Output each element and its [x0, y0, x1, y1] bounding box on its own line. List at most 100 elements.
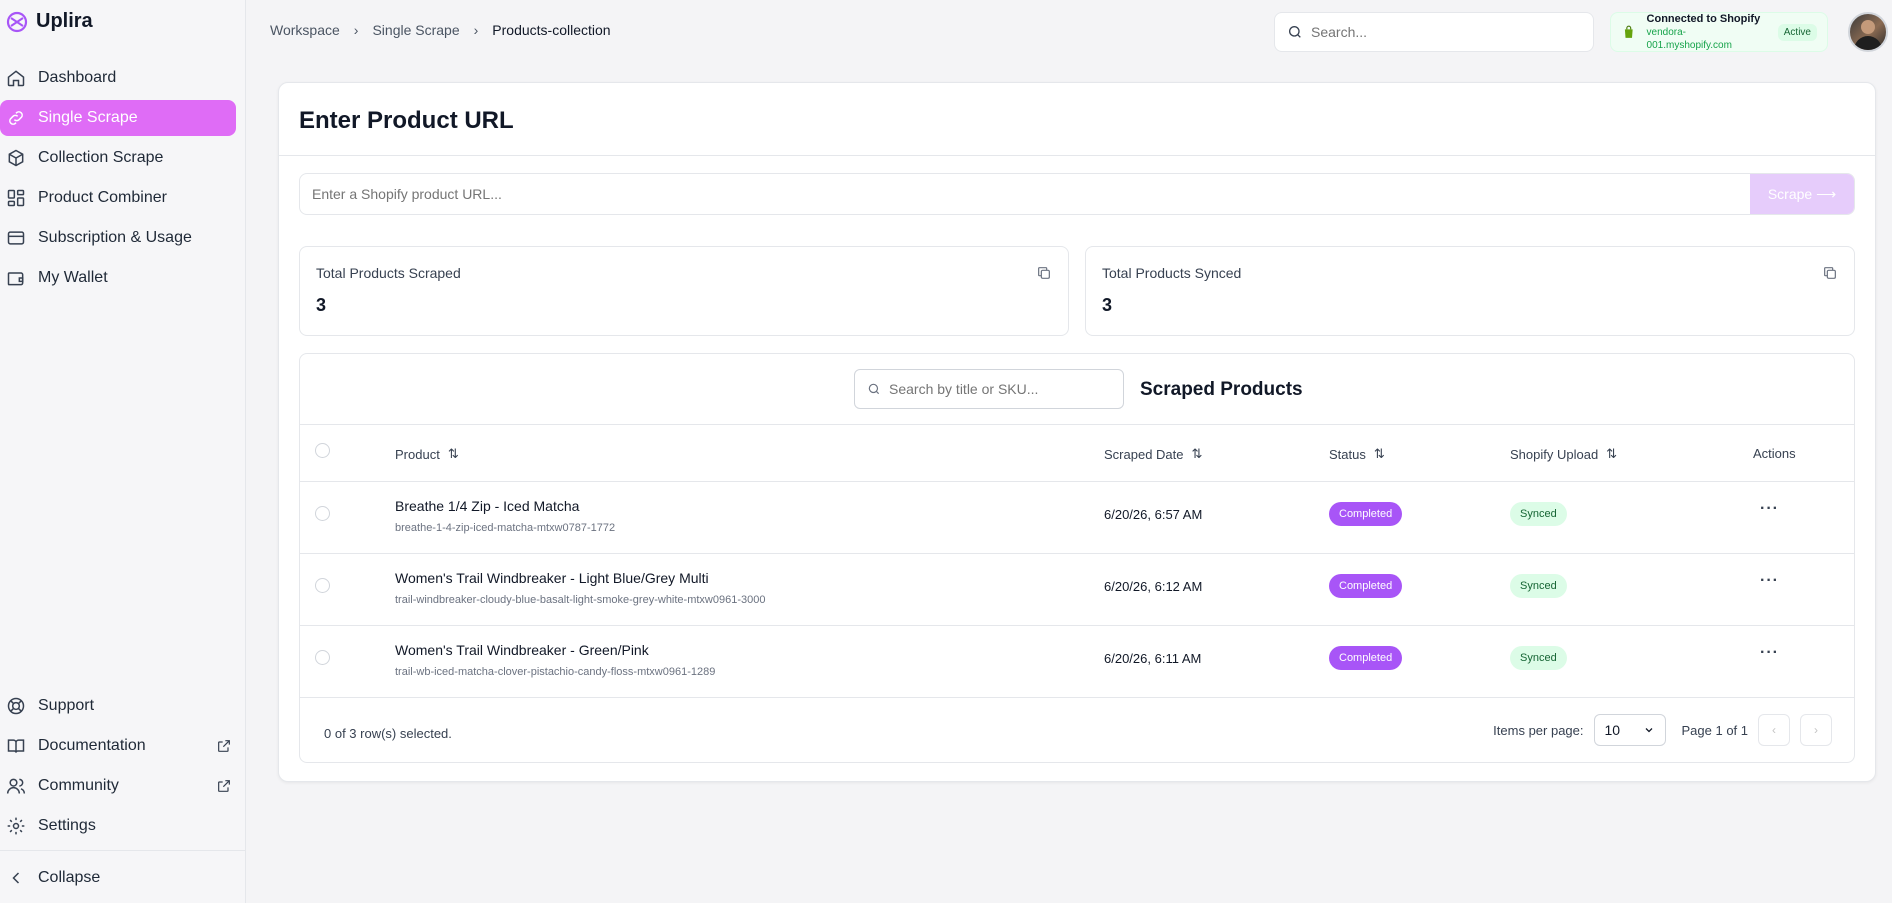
product-title[interactable]: Women's Trail Windbreaker - Green/Pink [395, 642, 649, 658]
box-icon [8, 149, 24, 167]
table-divider [300, 481, 1854, 482]
chevron-right-icon: › [473, 22, 479, 38]
scrape-button[interactable]: Scrape ⟶ [1750, 174, 1854, 214]
upload-badge: Synced [1510, 646, 1567, 670]
status-badge: Completed [1329, 502, 1403, 526]
row-checkbox[interactable] [315, 650, 330, 665]
select-all-checkbox[interactable] [315, 443, 330, 458]
column-header-scraped-date[interactable]: Scraped Date ⇅ [1104, 446, 1202, 462]
next-page-button[interactable]: › [1800, 714, 1832, 746]
wallet-icon [7, 272, 24, 286]
sidebar-item-label: My Wallet [38, 269, 108, 286]
sidebar-item-label: Product Combiner [38, 189, 167, 206]
breadcrumb-current: Products-collection [492, 22, 611, 38]
link-icon [9, 111, 23, 125]
row-actions-icon[interactable]: ··· [1760, 644, 1779, 662]
product-url-input[interactable] [300, 186, 1750, 202]
avatar[interactable] [1848, 12, 1888, 52]
home-icon [7, 70, 25, 87]
copy-icon[interactable] [1822, 265, 1838, 281]
table-search[interactable] [854, 369, 1124, 409]
product-sku: trail-wb-iced-matcha-clover-pistachio-ca… [395, 666, 716, 678]
product-sku: trail-windbreaker-cloudy-blue-basalt-lig… [395, 594, 766, 606]
column-label: Scraped Date [1104, 446, 1184, 462]
sidebar-item-support[interactable]: Support [0, 688, 236, 724]
app-logo[interactable]: Uplira [6, 10, 93, 33]
product-sku: breathe-1-4-zip-iced-matcha-mtxw0787-177… [395, 522, 616, 534]
lifebuoy-icon [7, 697, 25, 715]
gear-icon [7, 817, 25, 835]
chevron-down-icon [1645, 728, 1652, 733]
column-label: Shopify Upload [1510, 446, 1599, 462]
stat-value: 3 [1102, 295, 1113, 315]
items-per-page-select[interactable]: 10 [1593, 714, 1666, 746]
shopify-connection[interactable]: Connected to Shopify vendora-001.myshopi… [1610, 12, 1828, 52]
sidebar-item-wallet[interactable]: My Wallet [0, 260, 236, 296]
sidebar-item-community[interactable]: Community [0, 768, 236, 804]
collapse-button[interactable]: Collapse [6, 860, 100, 896]
table-divider [300, 625, 1854, 626]
stat-label: Total Products Scraped [316, 265, 461, 281]
sidebar-item-product-combiner[interactable]: Product Combiner [0, 180, 236, 216]
row-actions-icon[interactable]: ··· [1760, 500, 1779, 518]
chevron-right-icon: › [1814, 723, 1818, 737]
prev-page-button[interactable]: ‹ [1758, 714, 1790, 746]
sidebar-item-single-scrape[interactable]: Single Scrape [0, 100, 236, 136]
sidebar-item-collection-scrape[interactable]: Collection Scrape [0, 140, 236, 176]
breadcrumb-single-scrape[interactable]: Single Scrape [372, 22, 459, 38]
column-label: Actions [1753, 446, 1796, 461]
upload-badge: Synced [1510, 574, 1567, 598]
shopify-store: vendora-001.myshopify.com [1646, 26, 1732, 51]
column-header-product[interactable]: Product ⇅ [395, 446, 459, 462]
scraped-date: 6/20/26, 6:57 AM [1104, 507, 1203, 522]
column-label: Product [395, 446, 440, 462]
row-actions-icon[interactable]: ··· [1760, 572, 1779, 590]
sidebar-item-settings[interactable]: Settings [0, 808, 236, 844]
sidebar-item-label: Single Scrape [38, 109, 138, 126]
uplira-logo-icon [6, 11, 28, 32]
collapse-label: Collapse [38, 869, 101, 886]
breadcrumb-workspace[interactable]: Workspace [270, 22, 340, 38]
sidebar-item-subscription[interactable]: Subscription & Usage [0, 220, 236, 256]
row-checkbox[interactable] [315, 578, 330, 593]
product-title[interactable]: Breathe 1/4 Zip - Iced Matcha [395, 498, 579, 514]
upload-badge: Synced [1510, 502, 1567, 526]
global-search[interactable] [1274, 12, 1594, 52]
sidebar-item-label: Community [38, 777, 119, 794]
sort-icon: ⇅ [1373, 446, 1385, 461]
pagination: Items per page: 10 Page 1 of 1 ‹ › [1493, 714, 1832, 746]
sidebar-item-label: Support [38, 697, 95, 714]
shopify-title: Connected to Shopify [1646, 12, 1761, 25]
column-header-status[interactable]: Status ⇅ [1329, 446, 1385, 462]
products-table-card: Scraped Products Product ⇅ Scraped Date … [299, 353, 1855, 763]
sort-icon: ⇅ [1191, 446, 1203, 461]
credit-card-icon [7, 231, 25, 245]
scraped-date: 6/20/26, 6:12 AM [1104, 579, 1203, 594]
copy-icon[interactable] [1036, 265, 1052, 281]
row-checkbox[interactable] [315, 506, 330, 521]
column-header-shopify-upload[interactable]: Shopify Upload ⇅ [1510, 446, 1617, 462]
sidebar-item-label: Collection Scrape [38, 149, 164, 166]
sidebar-item-label: Dashboard [38, 69, 117, 86]
card-divider [279, 155, 1875, 156]
book-icon [7, 739, 25, 753]
users-icon [6, 778, 26, 794]
items-per-page-label: Items per page: [1493, 722, 1584, 738]
shopify-text: Connected to Shopify vendora-001.myshopi… [1647, 13, 1768, 52]
product-title[interactable]: Women's Trail Windbreaker - Light Blue/G… [395, 570, 709, 586]
sort-icon: ⇅ [1606, 446, 1618, 461]
page-title: Enter Product URL [299, 107, 514, 134]
user-avatar-icon [1854, 20, 1882, 50]
table-divider [300, 697, 1854, 698]
global-search-input[interactable] [1311, 24, 1581, 40]
sidebar-item-documentation[interactable]: Documentation [0, 728, 236, 764]
table-search-input[interactable] [889, 381, 1109, 397]
scraped-date: 6/20/26, 6:11 AM [1104, 651, 1202, 666]
shopify-bag-icon [1624, 25, 1633, 38]
items-per-page-value: 10 [1604, 722, 1621, 738]
selection-count: 0 of 3 row(s) selected. [324, 726, 452, 741]
main-card: Enter Product URL Scrape ⟶ Total Product… [278, 82, 1876, 782]
chevron-left-icon [12, 872, 20, 884]
page-info: Page 1 of 1 [1681, 722, 1749, 738]
sidebar-item-dashboard[interactable]: Dashboard [0, 60, 236, 96]
